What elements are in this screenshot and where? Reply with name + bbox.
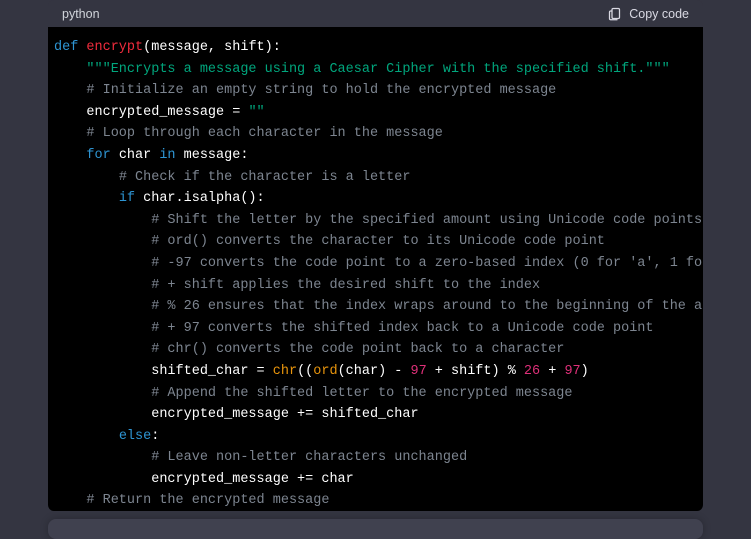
function-name: encrypt xyxy=(86,40,143,55)
comment: # % 26 ensures that the index wraps arou… xyxy=(151,299,702,314)
builtin-ord: ord xyxy=(313,364,337,379)
bottom-area xyxy=(0,511,751,539)
code-body[interactable]: def encrypt(message, shift): """Encrypts… xyxy=(48,27,703,511)
copy-code-label: Copy code xyxy=(629,7,689,21)
code-text: (( xyxy=(297,364,313,379)
code-text: char.isalpha(): xyxy=(135,191,265,206)
code-text: encrypted_message = xyxy=(86,105,248,120)
comment: # Loop through each character in the mes… xyxy=(86,126,442,141)
code-text: char xyxy=(111,148,160,163)
comment: # Check if the character is a letter xyxy=(119,170,411,185)
copy-code-button[interactable]: Copy code xyxy=(607,6,689,21)
number-literal: 97 xyxy=(564,364,580,379)
number-literal: 26 xyxy=(524,364,540,379)
docstring: """Encrypts a message using a Caesar Cip… xyxy=(86,62,669,77)
comment: # Shift the letter by the specified amou… xyxy=(151,213,702,228)
builtin-chr: chr xyxy=(273,364,297,379)
string-literal: "" xyxy=(248,105,264,120)
number-literal: 97 xyxy=(411,364,427,379)
comment: # Leave non-letter characters unchanged xyxy=(151,450,467,465)
language-label: python xyxy=(62,7,100,21)
code-text: shifted_char = xyxy=(151,364,273,379)
code-text: + xyxy=(540,364,564,379)
comment: # -97 converts the code point to a zero-… xyxy=(151,256,702,271)
keyword-if: if xyxy=(119,191,135,206)
keyword-in: in xyxy=(159,148,175,163)
code-text: encrypted_message += char xyxy=(151,472,354,487)
code-block: python Copy code def encrypt(message, sh… xyxy=(48,0,703,511)
code-text: encrypted_message += shifted_char xyxy=(151,407,418,422)
comment: # + 97 converts the shifted index back t… xyxy=(151,321,653,336)
comment: # Initialize an empty string to hold the… xyxy=(86,83,556,98)
comment: # ord() converts the character to its Un… xyxy=(151,234,605,249)
comment: # chr() converts the code point back to … xyxy=(151,342,564,357)
code-text: (message, shift): xyxy=(143,40,281,55)
keyword-for: for xyxy=(86,148,110,163)
comment: # + shift applies the desired shift to t… xyxy=(151,278,540,293)
code-text: message: xyxy=(176,148,249,163)
code-text: (char) - xyxy=(338,364,411,379)
code-text: ) xyxy=(581,364,589,379)
comment: # Return the encrypted message xyxy=(86,493,329,508)
clipboard-icon xyxy=(607,6,622,21)
code-header: python Copy code xyxy=(48,0,703,27)
message-input[interactable] xyxy=(48,519,703,539)
keyword-else: else xyxy=(119,429,151,444)
code-text: : xyxy=(151,429,159,444)
keyword-def: def xyxy=(54,40,86,55)
code-text: + shift) % xyxy=(427,364,524,379)
comment: # Append the shifted letter to the encry… xyxy=(151,386,572,401)
